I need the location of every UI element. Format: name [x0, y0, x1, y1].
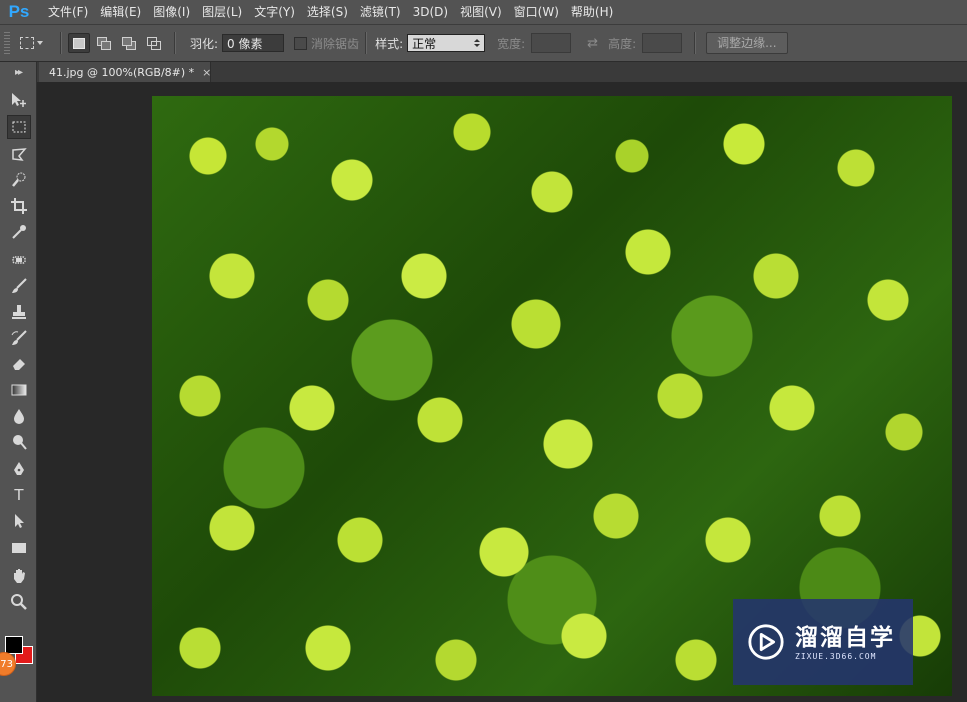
collapse-icon: ▸▸ — [14, 66, 23, 78]
crop-tool-icon[interactable] — [7, 194, 31, 218]
document-image[interactable]: 溜溜自学 ZIXUE.3D66.COM — [152, 96, 952, 696]
lasso-tool-icon[interactable] — [7, 142, 31, 166]
refine-edge-button[interactable]: 调整边缘... — [706, 32, 788, 54]
tools-panel: ▸▸ T 73 — [0, 62, 37, 702]
document-tab-title: 41.jpg @ 100%(RGB/8#) * — [49, 65, 195, 79]
height-input[interactable] — [642, 33, 683, 53]
menu-file[interactable]: 文件(F) — [42, 0, 94, 24]
menu-filter[interactable]: 滤镜(T) — [354, 0, 407, 24]
menu-bar: Ps 文件(F) 编辑(E) 图像(I) 图层(L) 文字(Y) 选择(S) 滤… — [0, 0, 967, 25]
menu-edit[interactable]: 编辑(E) — [94, 0, 147, 24]
marquee-icon — [20, 37, 34, 49]
path-selection-tool-icon[interactable] — [7, 509, 31, 533]
menu-help[interactable]: 帮助(H) — [565, 0, 619, 24]
eraser-tool-icon[interactable] — [7, 352, 31, 376]
menu-image[interactable]: 图像(I) — [147, 0, 196, 24]
style-select-value: 正常 — [412, 36, 437, 51]
menu-select[interactable]: 选择(S) — [301, 0, 354, 24]
gradient-tool-icon[interactable] — [7, 378, 31, 402]
options-bar: 羽化: 0 像素 消除锯齿 样式: 正常 宽度: ⇄ 高度: 调整边缘... — [0, 25, 967, 62]
tools-panel-header[interactable]: ▸▸ — [0, 62, 36, 82]
divider — [174, 32, 176, 54]
document-tab[interactable]: 41.jpg @ 100%(RGB/8#) * × — [39, 62, 211, 82]
quick-selection-tool-icon[interactable] — [7, 168, 31, 192]
history-brush-tool-icon[interactable] — [7, 326, 31, 350]
menu-window[interactable]: 窗口(W) — [508, 0, 565, 24]
antialias-checkbox[interactable] — [294, 36, 308, 50]
width-label: 宽度: — [497, 36, 526, 51]
intersect-selection-button[interactable] — [143, 33, 165, 53]
swap-dimensions-icon[interactable]: ⇄ — [587, 36, 598, 51]
antialias-label: 消除锯齿 — [311, 36, 360, 51]
new-selection-button[interactable] — [68, 33, 90, 53]
style-label: 样式: — [375, 36, 404, 51]
menu-layer[interactable]: 图层(L) — [196, 0, 248, 24]
eyedropper-tool-icon[interactable] — [7, 220, 31, 244]
chevron-down-icon — [37, 41, 43, 45]
rectangle-tool-icon[interactable] — [7, 536, 31, 560]
style-select[interactable]: 正常 — [407, 34, 486, 52]
pen-tool-icon[interactable] — [7, 457, 31, 481]
menu-view[interactable]: 视图(V) — [454, 0, 508, 24]
add-selection-icon — [97, 37, 111, 50]
divider — [694, 32, 697, 54]
feather-label: 羽化: — [190, 36, 219, 51]
width-input[interactable] — [531, 33, 572, 53]
add-to-selection-button[interactable] — [93, 33, 115, 53]
photoshop-logo: Ps — [8, 2, 30, 21]
feather-input[interactable]: 0 像素 — [222, 34, 285, 52]
zoom-tool-icon[interactable] — [7, 590, 31, 614]
foreground-color-swatch[interactable] — [5, 636, 23, 654]
rectangular-marquee-tool-icon[interactable] — [7, 115, 31, 139]
watermark-name: 溜溜自学 — [795, 624, 895, 651]
watermark: 溜溜自学 ZIXUE.3D66.COM — [733, 599, 913, 685]
brush-tool-icon[interactable] — [7, 274, 31, 298]
watermark-url: ZIXUE.3D66.COM — [795, 651, 877, 661]
spot-healing-brush-tool-icon[interactable] — [7, 248, 31, 272]
hand-tool-icon[interactable] — [7, 564, 31, 588]
new-selection-icon — [73, 37, 85, 49]
dodge-tool-icon[interactable] — [7, 430, 31, 454]
subtract-from-selection-button[interactable] — [118, 33, 140, 53]
options-bar-grip[interactable] — [4, 32, 10, 54]
subtract-selection-icon — [122, 37, 136, 50]
select-arrows-icon — [474, 39, 481, 47]
menu-3d[interactable]: 3D(D) — [407, 0, 454, 24]
clone-stamp-tool-icon[interactable] — [7, 300, 31, 324]
type-tool-icon[interactable]: T — [7, 483, 31, 507]
divider — [60, 32, 62, 54]
document-tab-bar: 41.jpg @ 100%(RGB/8#) * × — [37, 62, 967, 82]
close-icon[interactable]: × — [202, 66, 211, 79]
tool-preset-picker[interactable] — [20, 32, 54, 54]
blur-tool-icon[interactable] — [7, 404, 31, 428]
divider — [365, 32, 368, 54]
move-tool-icon[interactable] — [7, 88, 31, 112]
canvas-area[interactable]: 溜溜自学 ZIXUE.3D66.COM — [37, 82, 967, 702]
height-label: 高度: — [608, 36, 637, 51]
intersect-selection-icon — [147, 37, 161, 50]
watermark-logo-icon — [748, 624, 784, 660]
menu-type[interactable]: 文字(Y) — [248, 0, 301, 24]
